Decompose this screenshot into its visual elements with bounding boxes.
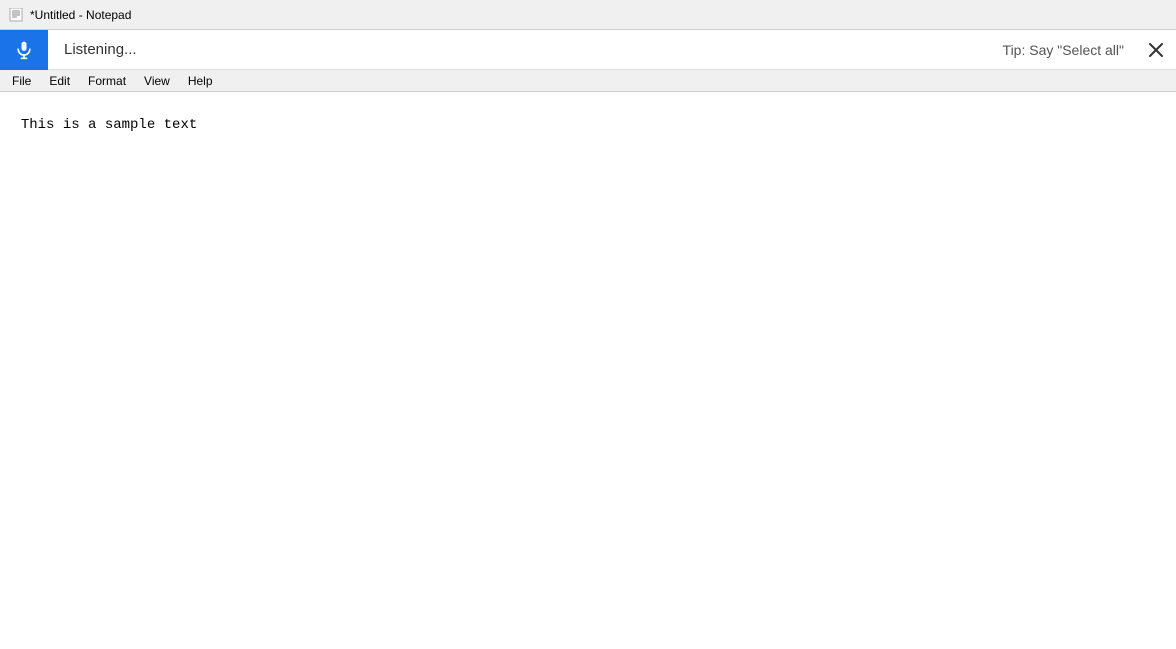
microphone-icon xyxy=(14,40,34,60)
menu-file[interactable]: File xyxy=(4,72,39,90)
voice-close-button[interactable] xyxy=(1136,30,1176,70)
menu-edit[interactable]: Edit xyxy=(41,72,78,90)
menu-view[interactable]: View xyxy=(136,72,178,90)
close-icon xyxy=(1148,42,1164,58)
notepad-app-icon xyxy=(8,7,24,23)
menu-help[interactable]: Help xyxy=(180,72,221,90)
microphone-button[interactable] xyxy=(0,30,48,70)
editor-content: This is a sample text xyxy=(21,117,197,133)
voice-tip-text: Tip: Say "Select all" xyxy=(1003,42,1136,58)
title-bar: *Untitled - Notepad xyxy=(0,0,1176,30)
listening-status-text: Listening... xyxy=(48,41,1003,58)
voice-bar: Listening... Tip: Say "Select all" xyxy=(0,30,1176,70)
menu-bar: File Edit Format View Help xyxy=(0,70,1176,92)
window-title: *Untitled - Notepad xyxy=(30,8,1168,22)
text-editor[interactable]: This is a sample text xyxy=(0,92,1176,649)
menu-format[interactable]: Format xyxy=(80,72,134,90)
